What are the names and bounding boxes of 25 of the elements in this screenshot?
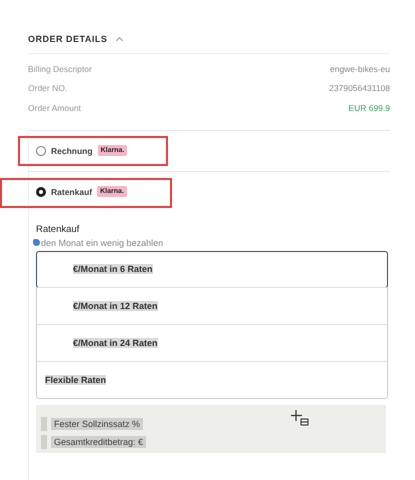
option-label: Flexible Raten [45,374,106,384]
subtitle: den Monat ein wenig bezahlen [41,238,164,248]
detail-text: Fester Sollzinssatz % [51,418,144,430]
section-title: Ratenkauf [36,224,80,234]
option-label: €/Monat in 24 Raten [73,338,158,348]
payment-label: Ratenkauf [51,186,92,196]
option-label: €/Monat in 6 Raten [73,264,153,274]
field-value: 2379056431108 [329,83,390,94]
detail-text: Gesamtkreditbetrag: € [51,436,146,448]
section-title: ORDER DETAILS [28,34,108,44]
field-label: Billing Descriptor [28,64,92,74]
field-label: Order Amount [28,102,81,113]
installment-option[interactable]: €/Monat in 6 Raten [36,250,388,288]
bullet-icon [41,416,47,430]
radio-button[interactable] [36,186,46,196]
option-label: €/Monat in 12 Raten [73,300,158,310]
installment-option[interactable]: €/Monat in 24 Raten [37,324,387,360]
field-value: engwe-bikes-eu [330,64,390,74]
installment-option[interactable]: Flexible Raten [37,360,387,398]
field-value: EUR 699.9 [348,102,390,113]
field-label: Order NO. [28,83,68,94]
bullet-icon [41,434,47,448]
radio-button[interactable] [36,146,46,156]
payment-label: Rechnung [51,146,93,156]
installment-option[interactable]: €/Monat in 12 Raten [37,286,387,324]
